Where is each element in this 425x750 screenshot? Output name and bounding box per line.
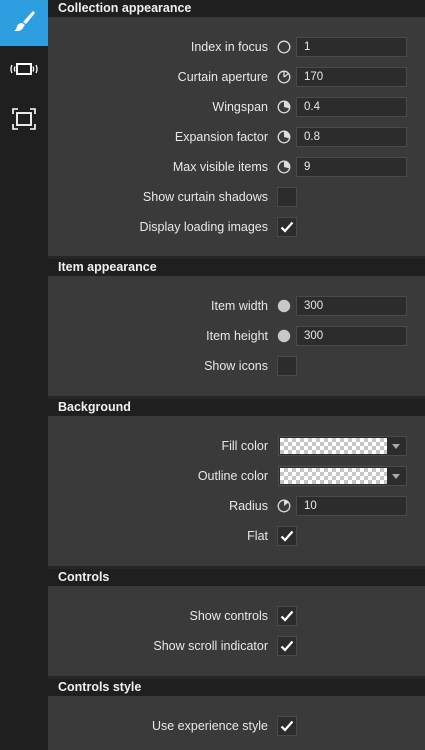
show-scroll-indicator-checkbox[interactable] [277, 636, 297, 656]
checkmark-icon [280, 530, 294, 542]
carousel-icon [7, 61, 41, 82]
show-icons-checkbox[interactable] [277, 356, 297, 376]
expansion-factor-input[interactable]: 0.8 [296, 127, 407, 147]
section-item-appearance: Item width 300 Item height 300 Show icon… [48, 276, 425, 396]
dial-full-icon[interactable] [277, 329, 291, 343]
row-expansion-factor: Expansion factor 0.8 [48, 126, 425, 148]
index-in-focus-label: Index in focus [190, 40, 268, 54]
use-experience-style-label: Use experience style [151, 719, 268, 733]
brush-icon [11, 8, 37, 39]
item-height-input[interactable]: 300 [296, 326, 407, 346]
frame-icon [11, 107, 37, 136]
row-item-width: Item width 300 [48, 295, 425, 317]
dial-pie-icon[interactable] [277, 100, 291, 114]
checkmark-icon [280, 610, 294, 622]
show-controls-label: Show controls [189, 609, 268, 623]
wingspan-input[interactable]: 0.4 [296, 97, 407, 117]
section-controls-style: Use experience style [48, 696, 425, 750]
show-curtain-shadows-label: Show curtain shadows [142, 190, 268, 204]
section-header-controls-style: Controls style [48, 679, 425, 696]
show-controls-checkbox[interactable] [277, 606, 297, 626]
radius-input[interactable]: 10 [296, 496, 407, 516]
max-visible-items-input[interactable]: 9 [296, 157, 407, 177]
dropdown-arrow[interactable] [386, 467, 406, 485]
dial-pie-icon[interactable] [277, 130, 291, 144]
transparent-swatch [280, 468, 387, 484]
checkmark-icon [280, 221, 294, 233]
row-show-controls: Show controls [48, 605, 425, 627]
sidebar-item-frame[interactable] [0, 98, 48, 144]
sidebar [0, 0, 48, 750]
sidebar-item-layout[interactable] [0, 48, 48, 94]
dial-quarter-icon[interactable] [277, 499, 291, 513]
row-outline-color: Outline color [48, 465, 425, 487]
expansion-factor-label: Expansion factor [174, 130, 268, 144]
section-header-background: Background [48, 399, 425, 416]
row-radius: Radius 10 [48, 495, 425, 517]
show-curtain-shadows-checkbox[interactable] [277, 187, 297, 207]
row-index-in-focus: Index in focus 1 [48, 36, 425, 58]
max-visible-items-label: Max visible items [172, 160, 268, 174]
row-fill-color: Fill color [48, 435, 425, 457]
row-wingspan: Wingspan 0.4 [48, 96, 425, 118]
wingspan-label: Wingspan [212, 100, 268, 114]
show-scroll-indicator-label: Show scroll indicator [153, 639, 268, 653]
section-collection-appearance: Index in focus 1 Curtain aperture 170 Wi… [48, 17, 425, 256]
dropdown-arrow[interactable] [386, 437, 406, 455]
index-in-focus-input[interactable]: 1 [296, 37, 407, 57]
item-height-label: Item height [206, 329, 268, 343]
show-icons-label: Show icons [204, 359, 268, 373]
dial-empty-icon[interactable] [277, 40, 291, 54]
row-flat: Flat [48, 525, 425, 547]
row-show-curtain-shadows: Show curtain shadows [48, 186, 425, 208]
use-experience-style-checkbox[interactable] [277, 716, 297, 736]
outline-color-picker[interactable] [278, 466, 407, 486]
row-item-height: Item height 300 [48, 325, 425, 347]
chevron-down-icon [392, 473, 400, 479]
section-header-controls: Controls [48, 569, 425, 586]
display-loading-images-checkbox[interactable] [277, 217, 297, 237]
section-header-collection-appearance: Collection appearance [48, 0, 425, 17]
row-max-visible-items: Max visible items 9 [48, 156, 425, 178]
curtain-aperture-input[interactable]: 170 [296, 67, 407, 87]
display-loading-images-label: Display loading images [139, 220, 268, 234]
properties-panel: Collection appearance Index in focus 1 C… [48, 0, 425, 750]
radius-label: Radius [229, 499, 268, 513]
dial-full-icon[interactable] [277, 299, 291, 313]
fill-color-picker[interactable] [278, 436, 407, 456]
transparent-swatch [280, 438, 387, 454]
chevron-down-icon [392, 443, 400, 449]
row-display-loading-images: Display loading images [48, 216, 425, 238]
outline-color-label: Outline color [197, 469, 268, 483]
section-header-item-appearance: Item appearance [48, 259, 425, 276]
checkmark-icon [280, 640, 294, 652]
item-width-input[interactable]: 300 [296, 296, 407, 316]
row-show-icons: Show icons [48, 355, 425, 377]
sidebar-item-appearance[interactable] [0, 0, 48, 46]
checkmark-icon [280, 720, 294, 732]
flat-checkbox[interactable] [277, 526, 297, 546]
flat-label: Flat [247, 529, 268, 543]
item-width-label: Item width [211, 299, 268, 313]
row-curtain-aperture: Curtain aperture 170 [48, 66, 425, 88]
row-use-experience-style: Use experience style [48, 715, 425, 737]
fill-color-label: Fill color [221, 439, 268, 453]
dial-quarter-icon[interactable] [277, 70, 291, 84]
section-background: Fill color Outline color Radius 10 Flat [48, 416, 425, 566]
curtain-aperture-label: Curtain aperture [177, 70, 268, 84]
dial-pie-icon[interactable] [277, 160, 291, 174]
row-show-scroll-indicator: Show scroll indicator [48, 635, 425, 657]
section-controls: Show controls Show scroll indicator [48, 586, 425, 676]
